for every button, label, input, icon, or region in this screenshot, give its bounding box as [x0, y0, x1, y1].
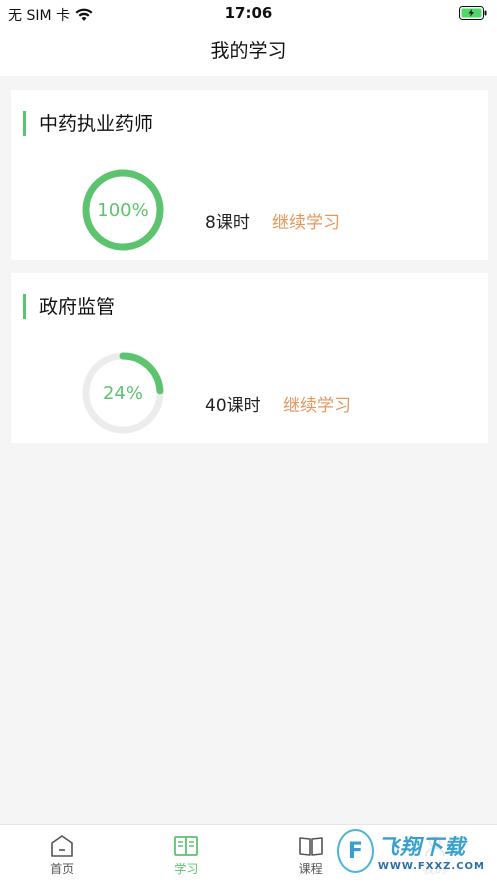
watermark-text: 飞翔下载 WWW.FXXZ.COM: [378, 831, 485, 872]
nav-bar: 我的学习: [0, 28, 497, 76]
watermark-logo: F 飞翔下载 WWW.FXXZ.COM: [335, 827, 485, 875]
continue-learning-button[interactable]: 继续学习: [272, 208, 340, 233]
home-icon: [51, 835, 73, 857]
open-book-icon: [298, 837, 323, 856]
course-title: 中药执业药师: [39, 113, 154, 135]
title-accent-bar: [23, 111, 26, 136]
book-icon: [174, 836, 199, 856]
continue-learning-button[interactable]: 继续学习: [283, 391, 351, 416]
course-list: 中药执业药师 100% 8课时 继续学习 政府监管 24% 40课时 继续学习: [0, 76, 497, 824]
status-bar: 无 SIM 卡 17:06: [0, 0, 497, 28]
tab-study[interactable]: 学习: [124, 825, 248, 883]
watermark-title: 飞翔下载: [377, 834, 466, 859]
tab-label: 学习: [174, 862, 199, 876]
watermark-logo-icon: F: [337, 829, 374, 873]
course-hours: 40课时: [205, 396, 261, 416]
progress-label: 100%: [97, 199, 149, 221]
course-card[interactable]: 政府监管 24% 40课时 继续学习: [11, 273, 488, 443]
course-card[interactable]: 中药执业药师 100% 8课时 继续学习: [11, 90, 488, 260]
title-accent-bar: [23, 294, 26, 319]
watermark-url: WWW.FXXZ.COM: [377, 860, 485, 872]
progress-label: 24%: [102, 382, 143, 404]
page-title: 我的学习: [210, 40, 287, 62]
battery-icon: [459, 6, 487, 24]
course-title: 政府监管: [39, 296, 116, 318]
tab-label: 首页: [50, 862, 75, 876]
status-time: 17:06: [224, 4, 273, 22]
tab-label: 课程: [298, 862, 323, 876]
course-hours: 8课时: [205, 213, 250, 233]
tab-home[interactable]: 首页: [0, 825, 124, 883]
